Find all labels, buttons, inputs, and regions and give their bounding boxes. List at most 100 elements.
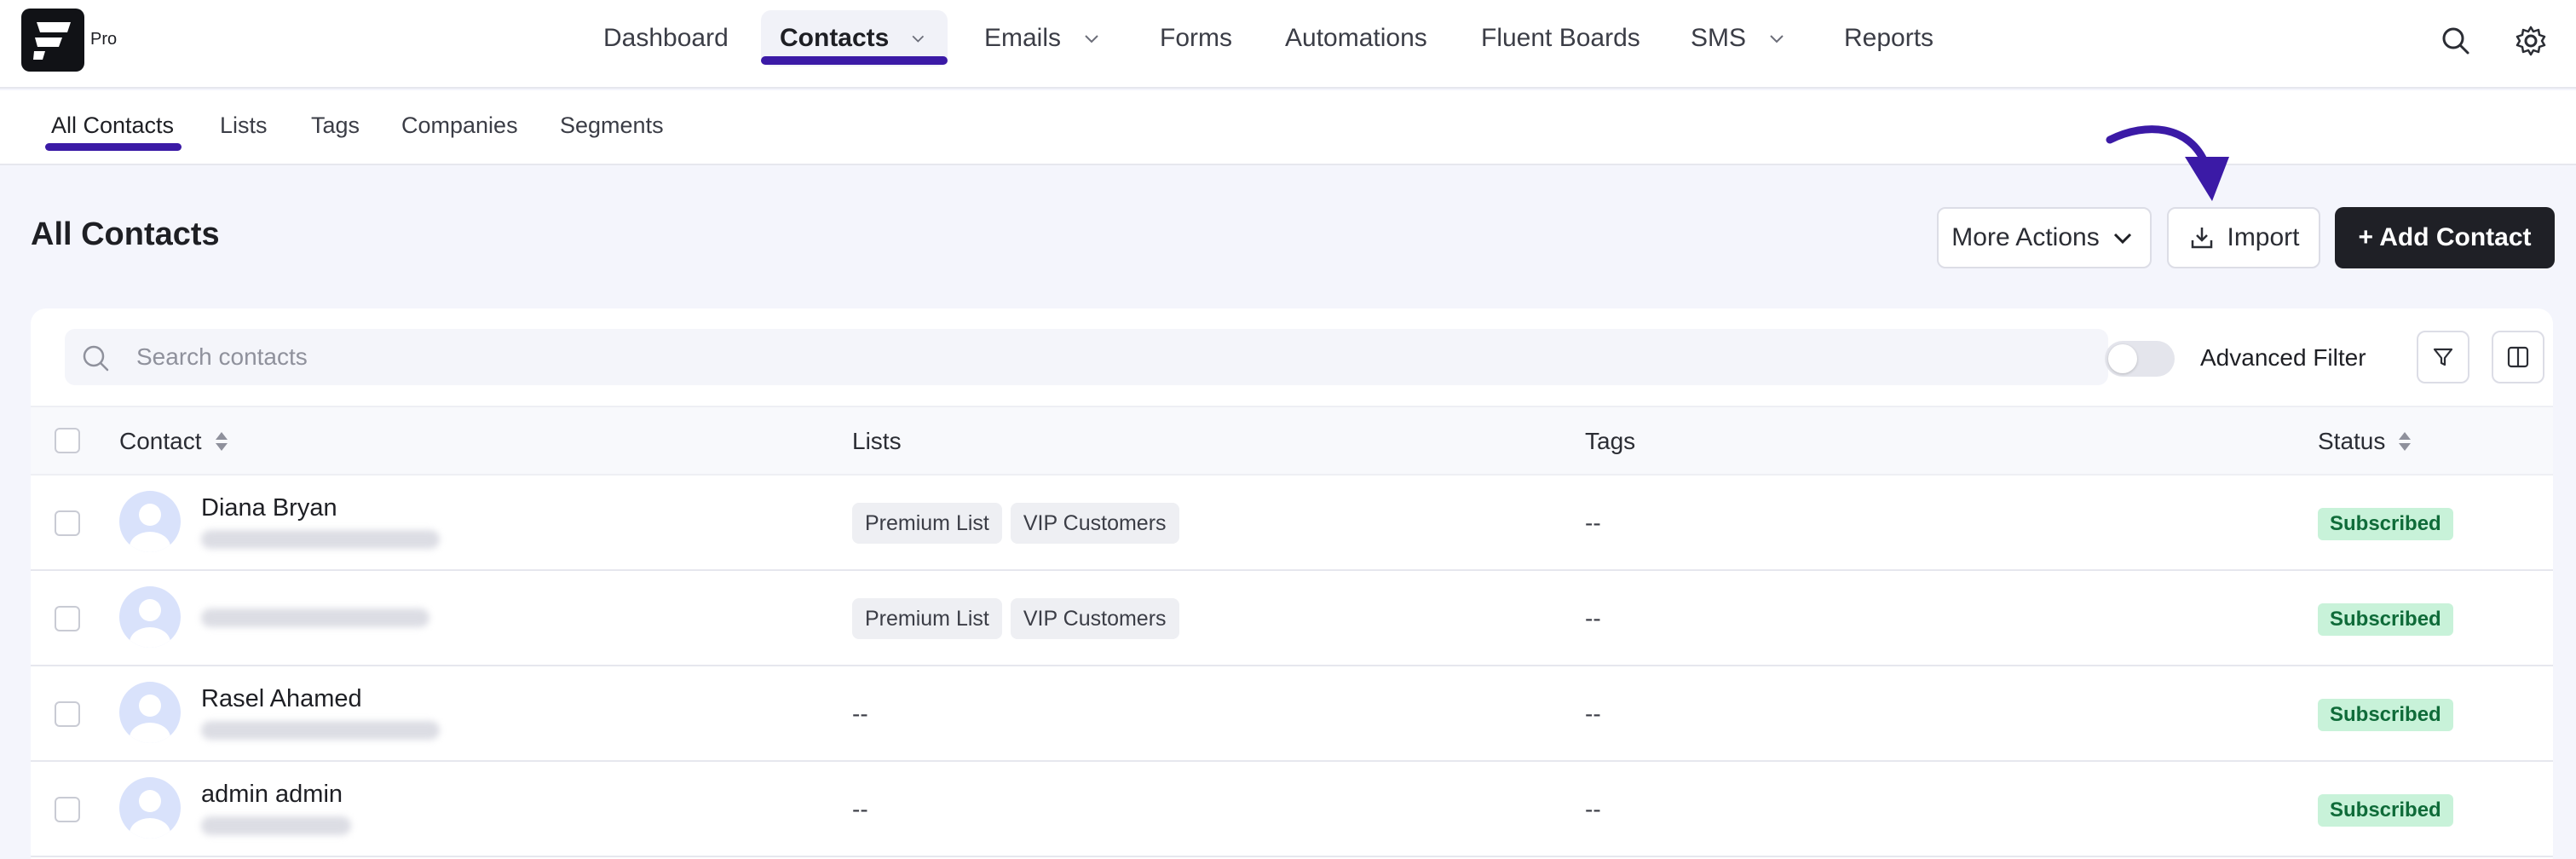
contact-name[interactable]: admin admin [201, 781, 343, 809]
logo-icon[interactable] [21, 9, 84, 72]
more-actions-button[interactable]: More Actions [1937, 207, 2152, 268]
contact-name[interactable]: Rasel Ahamed [201, 685, 362, 713]
avatar-icon [130, 504, 170, 552]
table-row[interactable]: admin admin -- -- Subscribed [31, 762, 2553, 857]
nav-forms[interactable]: Forms [1141, 10, 1251, 66]
import-label: Import [2227, 223, 2300, 251]
tab-companies[interactable]: Companies [401, 112, 518, 139]
contacts-card: Advanced Filter Contact Lists Tags Statu… [31, 308, 2553, 859]
nav-forms-label: Forms [1160, 24, 1232, 52]
tags-value: -- [1585, 605, 1601, 631]
advanced-filter-label: Advanced Filter [2200, 344, 2366, 371]
search-bar [65, 329, 2108, 385]
search-icon [83, 345, 109, 372]
nav-automations-label: Automations [1285, 24, 1427, 52]
arrow-annotation-icon [2106, 125, 2229, 201]
table-row[interactable]: Rasel Ahamed -- -- Subscribed [31, 666, 2553, 762]
column-contact-label: Contact [119, 428, 202, 454]
nav-dashboard-label: Dashboard [603, 24, 729, 52]
contact-email-blurred [201, 530, 440, 549]
column-status[interactable]: Status [2318, 428, 2412, 455]
tags-value: -- [1585, 510, 1601, 536]
tab-tags[interactable]: Tags [311, 112, 360, 139]
sort-icon [2399, 432, 2412, 451]
chevron-down-icon [1085, 35, 1098, 43]
select-all-checkbox[interactable] [55, 428, 80, 453]
pro-badge: Pro [90, 30, 118, 49]
top-navigation: Pro Dashboard Contacts Emails Forms Auto… [0, 0, 2576, 89]
contact-name[interactable]: Diana Bryan [201, 494, 337, 522]
avatar [119, 777, 181, 839]
avatar-icon [130, 790, 170, 839]
row-checkbox[interactable] [55, 701, 80, 727]
nav-dashboard[interactable]: Dashboard [585, 10, 747, 66]
status-badge: Subscribed [2318, 699, 2453, 731]
avatar [119, 682, 181, 743]
nav-reports[interactable]: Reports [1825, 10, 1952, 66]
avatar-icon [130, 599, 170, 648]
chevron-down-icon [912, 35, 925, 43]
table-header: Contact Lists Tags Status [31, 406, 2553, 476]
active-nav-indicator [761, 56, 948, 65]
contact-email-blurred [201, 608, 429, 627]
tab-lists[interactable]: Lists [220, 112, 268, 139]
column-status-label: Status [2318, 428, 2386, 454]
search-input[interactable] [136, 329, 2079, 385]
advanced-filter-toggle[interactable] [2105, 341, 2175, 377]
nav-fluent-boards-label: Fluent Boards [1481, 24, 1640, 52]
tab-segments[interactable]: Segments [560, 112, 664, 139]
contact-email-blurred [201, 721, 440, 740]
tags-value: -- [1585, 796, 1601, 822]
list-chip: Premium List [852, 503, 1002, 544]
nav-automations[interactable]: Automations [1266, 10, 1446, 66]
nav-fluent-boards[interactable]: Fluent Boards [1462, 10, 1659, 66]
column-tags-label: Tags [1585, 428, 1636, 454]
nav-emails-label: Emails [984, 24, 1062, 52]
nav-reports-label: Reports [1844, 24, 1934, 52]
sort-icon [215, 432, 228, 451]
status-badge: Subscribed [2318, 508, 2453, 540]
avatar-icon [130, 695, 170, 743]
add-contact-label: + Add Contact [2358, 223, 2532, 251]
row-checkbox[interactable] [55, 510, 80, 536]
list-chips: Premium List VIP Customers [852, 503, 1179, 544]
active-tab-indicator [45, 143, 182, 151]
row-checkbox[interactable] [55, 797, 80, 822]
table-row[interactable]: Premium List VIP Customers -- Subscribed [31, 571, 2553, 666]
tab-all-contacts[interactable]: All Contacts [51, 112, 174, 139]
page-title: All Contacts [31, 216, 220, 252]
gear-icon[interactable] [2514, 24, 2548, 58]
nav-emails[interactable]: Emails [965, 10, 1122, 66]
avatar [119, 586, 181, 648]
list-chip: VIP Customers [1010, 503, 1179, 544]
nav-sms-label: SMS [1691, 24, 1747, 52]
lists-value: -- [852, 796, 868, 822]
import-button[interactable]: Import [2167, 207, 2320, 268]
search-icon[interactable] [2439, 24, 2473, 58]
contact-email-blurred [201, 816, 351, 835]
add-contact-button[interactable]: + Add Contact [2335, 207, 2555, 268]
status-badge: Subscribed [2318, 603, 2453, 636]
chevron-down-icon [2113, 233, 2131, 245]
toggle-knob [2108, 344, 2137, 373]
columns-button[interactable] [2492, 331, 2544, 383]
list-chip: VIP Customers [1010, 598, 1179, 639]
table-row[interactable]: Diana Bryan Premium List VIP Customers -… [31, 476, 2553, 571]
filter-button[interactable] [2417, 331, 2469, 383]
filter-icon [2433, 348, 2453, 366]
column-lists: Lists [852, 428, 902, 455]
nav-contacts-label: Contacts [780, 24, 890, 52]
column-contact[interactable]: Contact [119, 428, 229, 455]
list-chips: Premium List VIP Customers [852, 598, 1179, 639]
list-chip: Premium List [852, 598, 1002, 639]
status-badge: Subscribed [2318, 794, 2453, 827]
nav-sms[interactable]: SMS [1672, 10, 1807, 66]
row-checkbox[interactable] [55, 606, 80, 631]
columns-icon [2507, 346, 2529, 368]
tags-value: -- [1585, 700, 1601, 727]
avatar [119, 491, 181, 552]
more-actions-label: More Actions [1951, 223, 2100, 251]
column-tags: Tags [1585, 428, 1635, 455]
column-lists-label: Lists [852, 428, 902, 454]
lists-value: -- [852, 700, 868, 727]
